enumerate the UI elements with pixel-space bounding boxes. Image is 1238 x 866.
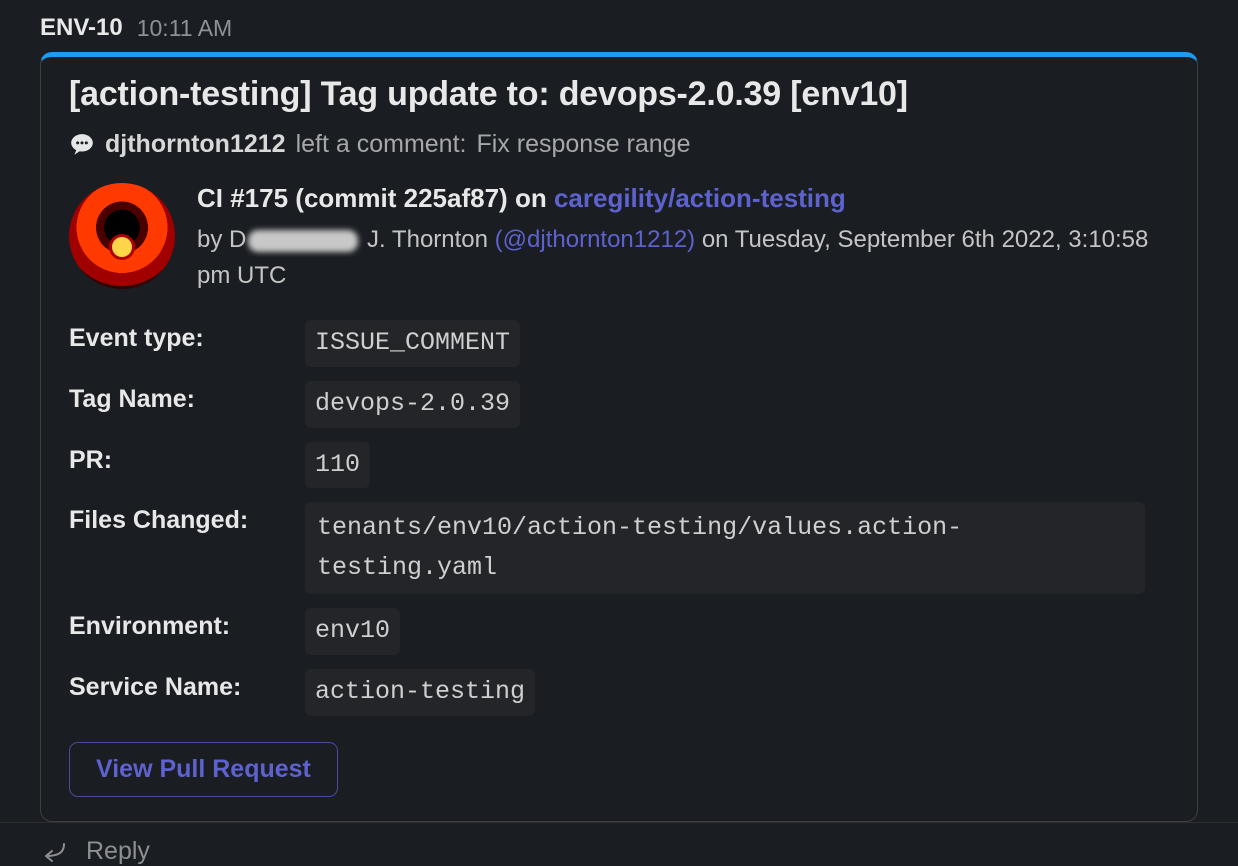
avatar[interactable] [69, 183, 175, 289]
ci-title-line: CI #175 (commit 225af87) on caregility/a… [197, 183, 1169, 214]
view-pull-request-button[interactable]: View Pull Request [69, 742, 338, 797]
reply-arrow-icon [40, 840, 68, 862]
author-suffix: J. Thornton [360, 226, 488, 253]
repo-link[interactable]: caregility/action-testing [554, 183, 846, 213]
comment-text: Fix response range [476, 130, 690, 159]
ci-text: CI #175 (commit 225af87) on caregility/a… [197, 183, 1169, 294]
value-service-name: action-testing [305, 669, 535, 716]
ci-on-word: on [515, 183, 547, 213]
comment-verb: left a comment: [296, 130, 467, 159]
ci-meta-line: by D J. Thornton (@djthornton1212) on Tu… [197, 222, 1169, 294]
label-pr: PR: [69, 442, 299, 475]
label-environment: Environment: [69, 608, 299, 641]
ci-run-title[interactable]: CI #175 (commit 225af87) [197, 183, 508, 213]
value-environment: env10 [305, 608, 400, 655]
value-event-type: ISSUE_COMMENT [305, 320, 520, 367]
channel-name[interactable]: ENV-10 [40, 14, 123, 42]
commenter-username[interactable]: djthornton1212 [105, 130, 286, 159]
comment-summary: djthornton1212 left a comment: Fix respo… [69, 130, 1169, 159]
redacted-name [248, 230, 358, 252]
ci-run-block: CI #175 (commit 225af87) on caregility/a… [69, 183, 1169, 294]
value-tag-name: devops-2.0.39 [305, 381, 520, 428]
speech-bubble-icon [69, 132, 95, 158]
author-prefix: by D [197, 226, 246, 253]
message-timestamp[interactable]: 10:11 AM [137, 15, 232, 42]
reply-label: Reply [86, 837, 150, 866]
label-files-changed: Files Changed: [69, 502, 299, 535]
value-files-changed: tenants/env10/action-testing/values.acti… [305, 502, 1145, 594]
label-service-name: Service Name: [69, 669, 299, 702]
details-list: Event type: ISSUE_COMMENT Tag Name: devo… [69, 320, 1169, 716]
message-header: ENV-10 10:11 AM [0, 0, 1238, 52]
author-handle-link[interactable]: (@djthornton1212) [495, 226, 695, 253]
card-title: [action-testing] Tag update to: devops-2… [69, 75, 1169, 114]
label-tag-name: Tag Name: [69, 381, 299, 414]
label-event-type: Event type: [69, 320, 299, 353]
attachment-card: [action-testing] Tag update to: devops-2… [40, 52, 1198, 822]
message-container: ENV-10 10:11 AM [action-testing] Tag upd… [0, 0, 1238, 866]
value-pr: 110 [305, 442, 370, 489]
reply-footer[interactable]: Reply [0, 822, 1238, 866]
